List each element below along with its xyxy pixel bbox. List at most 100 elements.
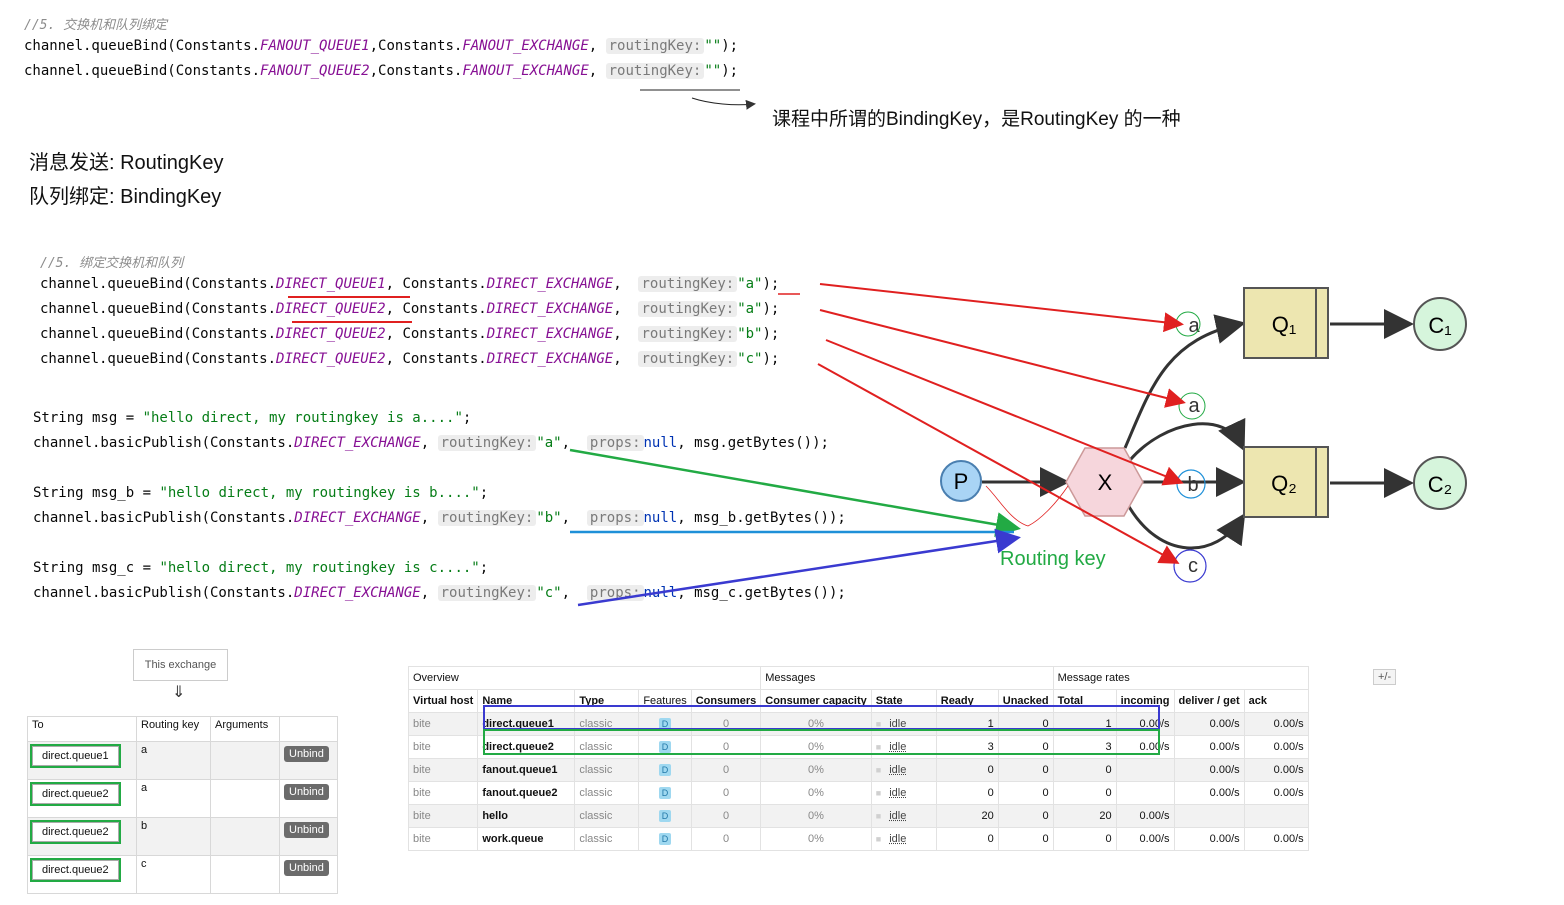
unbind-button[interactable]: Unbind — [284, 822, 329, 838]
note-pointer-arrow — [691, 97, 756, 110]
cell-vhost: bite — [407, 781, 479, 805]
queue1-label: Q₁ — [1272, 312, 1297, 337]
edge-x-q2-c — [1126, 504, 1246, 550]
col-ack[interactable]: ack — [1243, 689, 1309, 713]
cell-deliver: 0.00/s — [1173, 735, 1245, 759]
cell-feat: D — [638, 781, 692, 805]
table-row: bite fanout.queue1 classic D 0 0% ■ idle 0 0 0 0.00… — [407, 758, 1309, 782]
cell-ready: 20 — [935, 804, 999, 828]
unbind-button[interactable]: Unbind — [284, 784, 329, 800]
producer-label: P — [954, 469, 969, 494]
cell-capacity: 0% — [760, 827, 872, 851]
table-row: bite fanout.queue2 classic D 0 0% ■ idle 0 0 0 0.00… — [407, 781, 1309, 805]
group-overview: Overview — [407, 666, 762, 690]
cell-ack — [1243, 804, 1309, 828]
durable-badge: D — [658, 764, 672, 776]
binding-down-arrow: ⇓ — [172, 684, 186, 701]
bind-arrow-a-q2 — [819, 309, 1186, 408]
publish-arrow-c — [577, 528, 1021, 607]
cell-type: classic — [574, 781, 640, 805]
columns-toggle[interactable]: +/- — [1373, 669, 1397, 685]
queue2-label: Q₂ — [1271, 471, 1297, 496]
binding-row: direct.queue1 a Unbind — [27, 741, 338, 780]
edge-x-q1 — [1123, 314, 1246, 449]
cell-incoming: 0.00/s — [1115, 827, 1175, 851]
cell-deliver: 0.00/s — [1173, 712, 1245, 736]
table-row: bite work.queue classic D 0 0% ■ idle 0 0 0 0.00/s 0… — [407, 827, 1309, 851]
cell-total: 0 — [1052, 781, 1117, 805]
cell-consumers: 0 — [690, 804, 762, 828]
cell-vhost: bite — [407, 804, 479, 828]
this-exchange-box: This exchange — [133, 649, 228, 681]
cell-consumers: 0 — [690, 758, 762, 782]
state-square-icon: ■ — [875, 765, 882, 775]
consumer1-label: C₁ — [1428, 313, 1451, 338]
state-text: idle — [889, 810, 907, 822]
cell-name[interactable]: work.queue — [477, 827, 576, 851]
durable-badge: D — [658, 787, 672, 799]
cell-unacked: 0 — [997, 758, 1054, 782]
cell-total: 0 — [1052, 827, 1117, 851]
cell-deliver: 0.00/s — [1173, 827, 1245, 851]
cell-ack: 0.00/s — [1243, 712, 1309, 736]
cell-vhost: bite — [407, 735, 479, 759]
binding-row: direct.queue2 b Unbind — [27, 817, 338, 856]
cell-name[interactable]: fanout.queue1 — [477, 758, 576, 782]
state-square-icon: ■ — [875, 811, 882, 821]
bind-arrow-b-q2 — [825, 339, 1184, 486]
cell-name[interactable]: hello — [477, 804, 576, 828]
binding-key: a — [136, 741, 211, 780]
cell-state: ■ idle — [870, 827, 937, 851]
binding-key: c — [136, 855, 211, 894]
bindings-table: To Routing key Arguments direct.queue1 a… — [27, 716, 338, 894]
cell-feat: D — [638, 758, 692, 782]
binding-key: b — [136, 817, 211, 856]
cell-ack: 0.00/s — [1243, 758, 1309, 782]
binding-queue-link[interactable]: direct.queue2 — [30, 820, 121, 844]
table-row: bite hello classic D 0 0% ■ idle 20 0 20 0.00/s — [407, 804, 1309, 828]
cell-incoming — [1115, 781, 1175, 805]
bindings-header-key: Routing key — [136, 716, 211, 742]
bind-arrow-a-q1 — [819, 283, 1184, 333]
cell-vhost: bite — [407, 712, 479, 736]
edge-key-a2: a — [1188, 395, 1200, 417]
binding-key: a — [136, 779, 211, 818]
edge-key-b: b — [1187, 474, 1198, 496]
highlight-queue1 — [483, 705, 1160, 730]
bindings-header-to: To — [27, 716, 137, 742]
cell-incoming — [1115, 758, 1175, 782]
cell-feat: D — [638, 827, 692, 851]
cell-total: 20 — [1052, 804, 1117, 828]
cell-capacity: 0% — [760, 758, 872, 782]
cell-type: classic — [574, 804, 640, 828]
binding-row: direct.queue2 a Unbind — [27, 779, 338, 818]
binding-queue-link[interactable]: direct.queue1 — [30, 744, 121, 768]
cell-deliver: 0.00/s — [1173, 781, 1245, 805]
cell-capacity: 0% — [760, 804, 872, 828]
cell-total: 0 — [1052, 758, 1117, 782]
cell-name[interactable]: fanout.queue2 — [477, 781, 576, 805]
binding-queue-link[interactable]: direct.queue2 — [30, 782, 121, 806]
group-messages: Messages — [760, 666, 1054, 690]
cell-vhost: bite — [407, 758, 479, 782]
cell-state: ■ idle — [870, 758, 937, 782]
col-deliver[interactable]: deliver / get — [1173, 689, 1245, 713]
col-vhost: Virtual host — [407, 689, 479, 713]
cell-vhost: bite — [407, 827, 479, 851]
queues-table: Overview Messages Message rates Virtual … — [407, 666, 1309, 851]
cell-ready: 0 — [935, 827, 999, 851]
state-square-icon: ■ — [875, 788, 882, 798]
edge-key-c: c — [1188, 555, 1198, 577]
binding-queue-link[interactable]: direct.queue2 — [30, 858, 121, 882]
cell-feat: D — [638, 804, 692, 828]
cell-type: classic — [574, 827, 640, 851]
unbind-button[interactable]: Unbind — [284, 860, 329, 876]
cell-state: ■ idle — [870, 781, 937, 805]
unbind-button[interactable]: Unbind — [284, 746, 329, 762]
group-rates: Message rates — [1052, 666, 1309, 690]
cell-type: classic — [574, 758, 640, 782]
state-text: idle — [889, 833, 907, 845]
cell-unacked: 0 — [997, 781, 1054, 805]
state-text: idle — [889, 764, 907, 776]
consumer2-label: C₂ — [1428, 472, 1452, 497]
